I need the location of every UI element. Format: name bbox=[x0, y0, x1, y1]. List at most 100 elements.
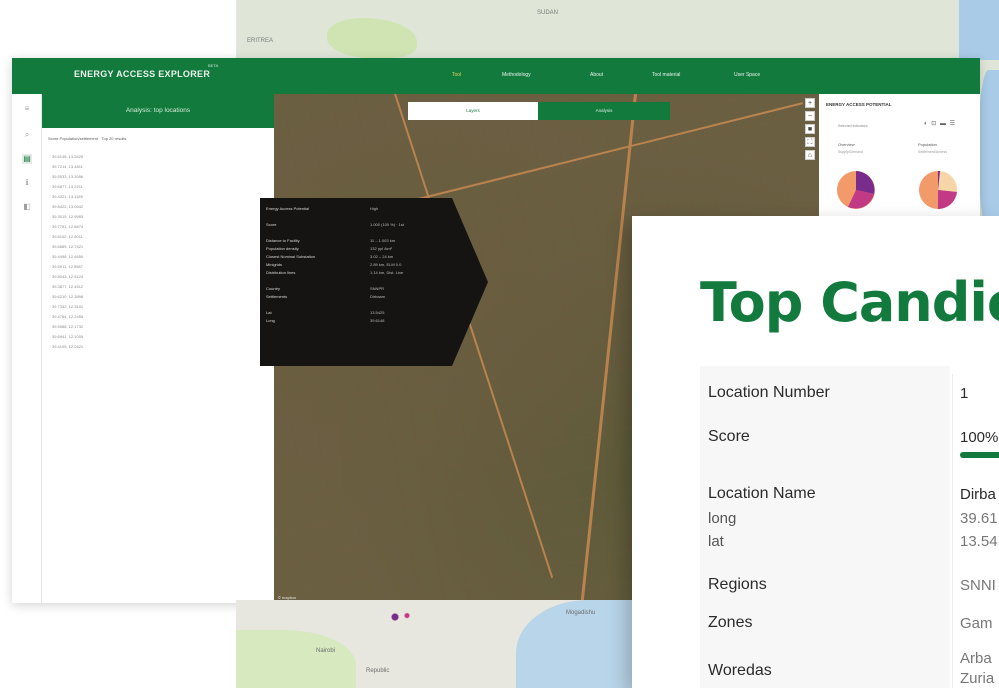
result-list-item[interactable]: 39.3015, 12.9983 bbox=[52, 212, 252, 222]
menu-icon[interactable]: ≡ bbox=[22, 104, 32, 114]
popup-label: Distribution lines bbox=[266, 270, 296, 275]
popup-label: Settlements bbox=[266, 294, 288, 299]
popup-label: Distance to Facility bbox=[266, 238, 300, 243]
popup-value: 1.000 (100 %) · 1st bbox=[370, 222, 405, 227]
location-popup: Energy Access Potential High Score 1.000 (1… bbox=[260, 198, 452, 366]
value-zones: Gam bbox=[960, 615, 993, 632]
toggle-layers[interactable]: Layers bbox=[408, 102, 538, 120]
top-navigation-bar: ENERGY ACCESS EXPLORER BETA Tool Methodo… bbox=[12, 58, 980, 94]
result-list-item[interactable]: 39.7751, 12.8874 bbox=[52, 222, 252, 232]
eap-column-sub: Settlement/Access bbox=[918, 150, 947, 154]
result-list-item[interactable]: 39.3877, 12.4512 bbox=[52, 282, 252, 292]
eap-column-sub: Supply/Demand bbox=[838, 150, 863, 154]
map-label: Nairobi bbox=[316, 648, 336, 654]
view-toggle: Layers Analysis bbox=[408, 102, 670, 120]
north-icon[interactable]: ⌂ bbox=[805, 150, 815, 160]
search-icon[interactable]: ⌕ bbox=[22, 130, 32, 140]
popup-label: Country bbox=[266, 286, 281, 291]
map-label: ERITREA bbox=[247, 38, 274, 44]
nav-tool[interactable]: Tool bbox=[452, 72, 461, 78]
filter-icon[interactable]: ◧ bbox=[22, 202, 32, 212]
result-list-item[interactable]: 39.8043, 12.5124 bbox=[52, 272, 252, 282]
result-list-item[interactable]: 39.4498, 12.6650 bbox=[52, 252, 252, 262]
background-map-bottom: Mogadishu Nairobi Republic bbox=[236, 600, 636, 688]
zoom-in-icon[interactable]: + bbox=[805, 98, 815, 108]
results-list: 39.6148, 13.5425 39.7214, 13.4811 39.5533,… bbox=[52, 152, 252, 352]
result-list-item[interactable]: 39.8422, 13.0542 bbox=[52, 202, 252, 212]
zoom-out-icon[interactable]: − bbox=[805, 111, 815, 121]
value-lat: 13.54 bbox=[960, 533, 998, 550]
popup-pointer bbox=[452, 198, 488, 366]
toggle-analysis[interactable]: Analysis bbox=[538, 102, 670, 120]
popup-value: 2.89 km, ELM 0.0 bbox=[370, 262, 402, 267]
nav-methodology[interactable]: Methodology bbox=[502, 72, 531, 78]
map-label: Republic bbox=[366, 668, 390, 674]
pie-chart-overview bbox=[837, 171, 875, 209]
popup-value: 132 ppl /km² bbox=[370, 246, 393, 251]
popup-label: Long bbox=[266, 318, 275, 323]
value-woredas: Arba bbox=[960, 650, 992, 667]
result-list-item[interactable]: 39.6689, 12.7421 bbox=[52, 242, 252, 252]
result-list-item[interactable]: 39.7214, 13.4811 bbox=[52, 162, 252, 172]
map-controls: + − ■ ⛶ ⌂ bbox=[805, 98, 815, 163]
result-list-item[interactable]: 39.4321, 13.1189 bbox=[52, 192, 252, 202]
info-icon[interactable]: ℹ bbox=[22, 178, 32, 188]
lake-area bbox=[959, 0, 999, 60]
label-score: Score bbox=[708, 428, 750, 445]
result-list-item[interactable]: 39.5588, 12.1732 bbox=[52, 322, 252, 332]
result-list-item[interactable]: 39.6210, 12.3898 bbox=[52, 292, 252, 302]
background-map: SUDAN ERITREA bbox=[236, 0, 999, 60]
pie-chart-population bbox=[919, 170, 958, 210]
card-title: Top Candic bbox=[700, 271, 999, 334]
panel-subtitle: Score Population/settlement · Top 20 res… bbox=[48, 136, 127, 141]
result-list-item[interactable]: 39.4105, 12.0421 bbox=[52, 342, 252, 352]
result-list-item[interactable]: 39.7332, 12.3101 bbox=[52, 302, 252, 312]
result-list-item[interactable]: 39.4764, 12.2455 bbox=[52, 312, 252, 322]
popup-label: Minigrids bbox=[266, 262, 283, 267]
result-list-item[interactable]: 39.6941, 12.1009 bbox=[52, 332, 252, 342]
label-long: long bbox=[708, 510, 737, 527]
result-list-item[interactable]: 39.5533, 13.3096 bbox=[52, 172, 252, 182]
nav-about[interactable]: About bbox=[590, 72, 603, 78]
fullscreen-icon[interactable]: ⛶ bbox=[805, 137, 815, 147]
eap-column-overview: Overview bbox=[838, 142, 855, 147]
left-icon-rail: ≡ ⌕ ▤ ℹ ◧ bbox=[12, 94, 42, 603]
card-label-column bbox=[700, 366, 950, 688]
popup-value: High bbox=[370, 206, 379, 211]
analysis-icon[interactable]: ▤ bbox=[22, 154, 32, 164]
label-woredas: Woredas bbox=[708, 662, 772, 679]
popup-value: Dirbaam bbox=[370, 294, 386, 299]
land-area bbox=[327, 18, 417, 58]
score-bar bbox=[960, 452, 999, 458]
top-candidates-card: Top Candic Location Number 1 Score 100% … bbox=[632, 216, 999, 688]
popup-value: 1.14 km, Dist. Line bbox=[370, 270, 404, 275]
result-list-item[interactable]: 39.6148, 13.5425 bbox=[52, 152, 252, 162]
result-list-item[interactable]: 39.5911, 12.5987 bbox=[52, 262, 252, 272]
value-long: 39.61 bbox=[960, 510, 998, 527]
popup-label: Closest Nominal Substation bbox=[266, 254, 316, 259]
app-brand[interactable]: ENERGY ACCESS EXPLORER bbox=[74, 69, 210, 79]
popup-value: SNNPR bbox=[370, 286, 385, 291]
eap-view-icons[interactable]: ◐ ⊡ ▬ ☰ bbox=[924, 120, 956, 127]
lake-area bbox=[978, 70, 999, 230]
popup-value: 39.6148 bbox=[370, 318, 385, 323]
map-label: SUDAN bbox=[537, 10, 559, 16]
beta-badge: BETA bbox=[208, 63, 219, 68]
column-divider bbox=[952, 374, 953, 688]
popup-label: Population density bbox=[266, 246, 299, 251]
label-regions: Regions bbox=[708, 576, 767, 593]
result-list-item[interactable]: 39.6877, 13.2211 bbox=[52, 182, 252, 192]
road bbox=[580, 94, 637, 601]
land-area bbox=[236, 630, 356, 688]
value-regions: SNNI bbox=[960, 577, 996, 594]
analysis-panel: Analysis: top locations Score Population… bbox=[42, 94, 274, 603]
nav-tool-material[interactable]: Tool material bbox=[652, 72, 680, 78]
screenshot-stage: SUDAN ERITREA ENERGY ACCESS EXPLORER BET… bbox=[0, 0, 999, 688]
nav-user-space[interactable]: User Space bbox=[734, 72, 760, 78]
popup-label: Energy Access Potential bbox=[266, 206, 310, 211]
popup-value: 11 – 1.003 km bbox=[370, 238, 396, 243]
popup-label: Lat bbox=[266, 310, 272, 315]
result-list-item[interactable]: 39.5102, 12.8011 bbox=[52, 232, 252, 242]
analysis-markers bbox=[386, 610, 416, 624]
layers-icon[interactable]: ■ bbox=[805, 124, 815, 134]
